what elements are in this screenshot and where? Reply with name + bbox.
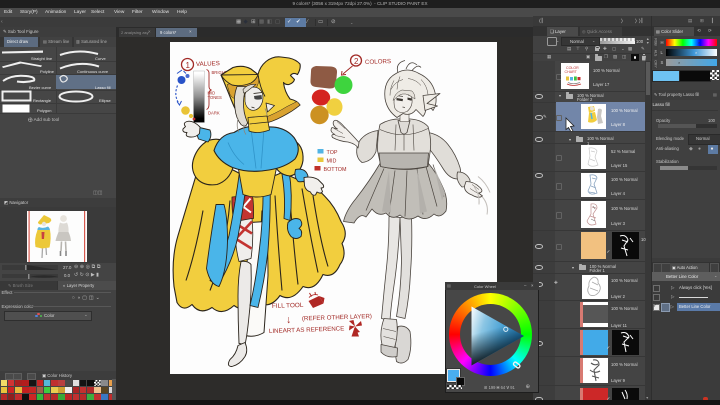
svg-text:TONES: TONES (208, 95, 223, 100)
svg-text:1: 1 (186, 61, 191, 70)
svg-text:MID: MID (327, 158, 337, 164)
svg-text:BOTTOM: BOTTOM (324, 167, 347, 173)
svg-text:DARK: DARK (208, 110, 220, 115)
svg-text:↓: ↓ (286, 314, 291, 326)
svg-text:2: 2 (354, 57, 359, 66)
svg-text:FILL TOOL: FILL TOOL (272, 301, 304, 309)
svg-text:VALUES: VALUES (196, 60, 220, 68)
svg-text:TOP: TOP (327, 150, 338, 156)
svg-text:CHART: CHART (565, 70, 578, 74)
svg-text:COLORS: COLORS (365, 58, 391, 66)
